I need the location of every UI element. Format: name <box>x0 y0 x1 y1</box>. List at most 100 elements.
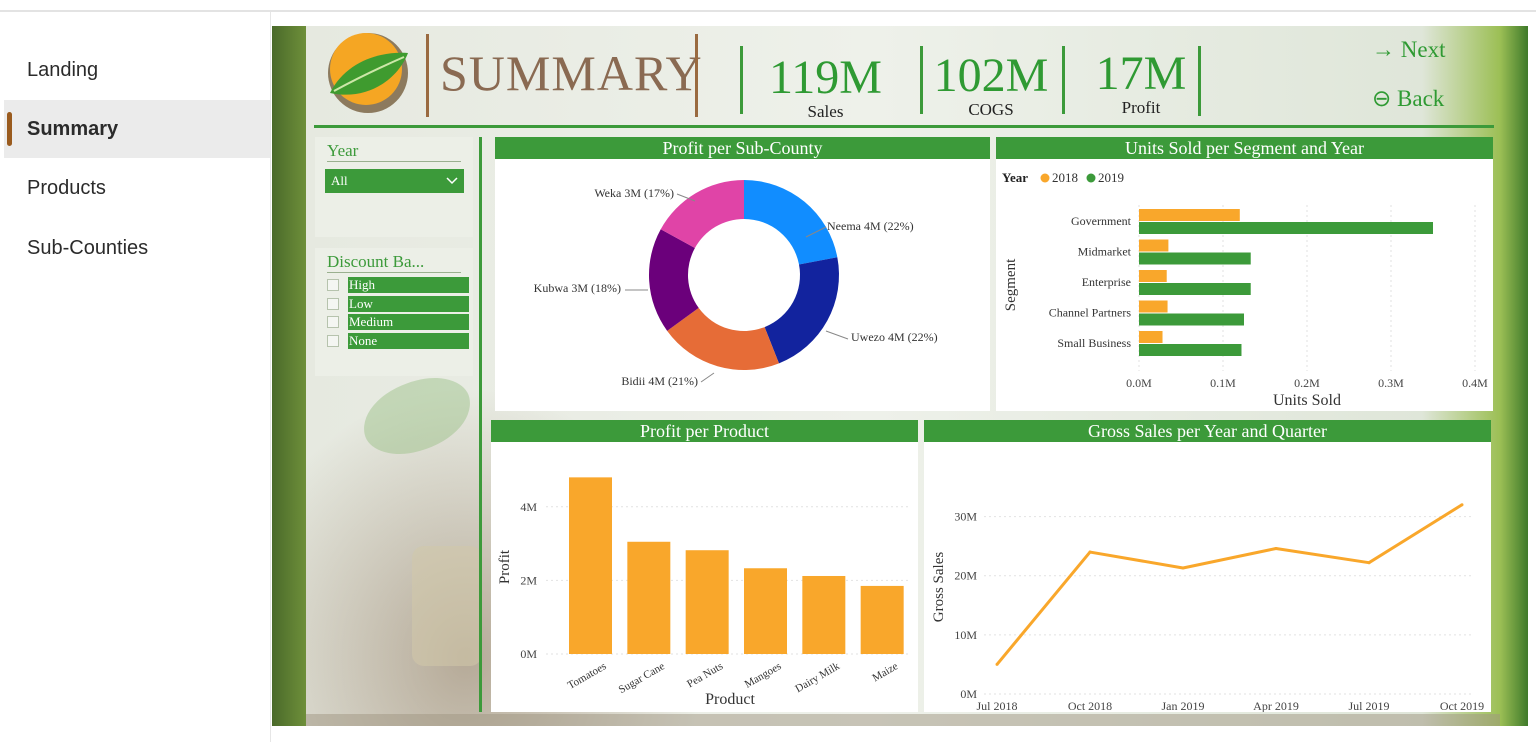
legend-title: Year <box>1002 170 1028 185</box>
discount-slicer-title: Discount Ba... <box>327 252 461 273</box>
legend-marker-2018 <box>1040 173 1050 183</box>
x-tick-label: Jul 2019 <box>1348 699 1389 712</box>
report-canvas: SUMMARY 119M Sales 102M COGS 17M Profit … <box>272 26 1528 726</box>
nav-item-sub-counties[interactable]: Sub-Counties <box>4 219 270 277</box>
x-tick-label: 0.4M <box>1462 376 1488 390</box>
slice-label: Weka 3M (17%) <box>594 186 674 200</box>
bar-tomatoes <box>569 477 612 654</box>
nav-item-landing[interactable]: Landing <box>4 41 270 99</box>
line-point <box>1460 503 1464 507</box>
nav-item-summary[interactable]: Summary <box>4 100 270 158</box>
report-header: SUMMARY 119M Sales 102M COGS 17M Profit … <box>306 26 1500 126</box>
kpi-profit-value: 17M <box>1095 47 1187 100</box>
x-tick-label: 0.0M <box>1126 376 1152 390</box>
series-line <box>995 503 1463 666</box>
y-tick-label: 30M <box>954 510 977 524</box>
kpi-sales-value: 119M <box>769 51 882 104</box>
kpi-divider <box>920 46 923 114</box>
y-tick-label: 0M <box>960 687 977 701</box>
year-slicer: Year All <box>315 137 473 237</box>
bar-2019 <box>1139 313 1244 326</box>
x-axis-label: Units Sold <box>1273 392 1341 409</box>
y-axis-label: Profit <box>497 549 513 584</box>
hbar-chart: Year 2018 2019 0.0M 0.1M 0.2M 0.3M 0.4M Governme… <box>1002 170 1488 409</box>
checkbox[interactable] <box>327 298 339 310</box>
kpi-profit-label: Profit <box>1121 98 1161 117</box>
slice-label: Kubwa 3M (18%) <box>534 281 621 295</box>
y-tick-label: 2M <box>520 573 537 587</box>
line-point <box>1088 550 1092 554</box>
discount-option-label: Medium <box>348 314 469 330</box>
discount-option-medium[interactable]: Medium <box>327 314 469 330</box>
slice-leader-line <box>700 372 715 383</box>
line-point <box>1367 561 1371 565</box>
checkbox[interactable] <box>327 279 339 291</box>
chart-title: Profit per Product <box>491 420 918 442</box>
nav-item-products[interactable]: Products <box>4 159 270 217</box>
x-tick-label: Jul 2018 <box>976 699 1017 712</box>
page-title: SUMMARY <box>440 45 703 101</box>
slice-label: Uwezo 4M (22%) <box>851 330 938 344</box>
chevron-down-icon <box>446 177 458 185</box>
line-point <box>1181 566 1185 570</box>
x-tick-label: 0.2M <box>1294 376 1320 390</box>
donut-slice-uwezo <box>764 257 839 364</box>
chart-title: Gross Sales per Year and Quarter <box>924 420 1491 442</box>
next-button[interactable]: → Next <box>1372 37 1445 63</box>
y-tick-label: 0M <box>520 647 537 661</box>
y-axis-label: Segment <box>1003 258 1019 311</box>
y-category-label: Government <box>1071 214 1132 228</box>
bar-maize <box>860 585 904 654</box>
year-dropdown-value: All <box>331 173 348 188</box>
bar-2019 <box>1139 252 1251 265</box>
discount-option-none[interactable]: None <box>327 333 469 349</box>
kpi-cogs-value: 102M <box>933 49 1049 102</box>
year-slicer-title: Year <box>327 141 461 162</box>
checkbox[interactable] <box>327 316 339 328</box>
gross-sales-chart: Gross Sales per Year and Quarter 0M 10M 20… <box>924 420 1491 712</box>
bar-2019 <box>1139 283 1251 295</box>
x-tick-label: Oct 2018 <box>1068 699 1112 712</box>
bar-2018 <box>1139 300 1168 313</box>
x-tick-label: Oct 2019 <box>1440 699 1484 712</box>
slice-label: Neema 4M (22%) <box>827 219 914 233</box>
slice-label: Bidii 4M (21%) <box>621 374 698 388</box>
header-divider <box>695 34 698 117</box>
chart-title: Units Sold per Segment and Year <box>996 137 1493 159</box>
bar-chart: 0M 2M 4M Tomatoes Sugar Cane Pea Nuts Mangoes D… <box>497 477 911 708</box>
x-tick-label: 0.1M <box>1210 376 1236 390</box>
bar-2019 <box>1139 344 1242 356</box>
header-underline <box>314 125 1494 128</box>
bar-2019 <box>1139 222 1433 234</box>
background-coins <box>412 546 482 666</box>
donut-slice-neema <box>744 180 838 265</box>
line-point <box>1274 547 1278 551</box>
discount-option-label: High <box>348 277 469 293</box>
discount-option-label: None <box>348 333 469 349</box>
discount-option-high[interactable]: High <box>327 277 469 293</box>
year-dropdown[interactable]: All <box>325 169 464 193</box>
donut-chart: Neema 4M (22%) Uwezo 4M (22%) Bidii 4M (21… <box>534 180 938 388</box>
bottom-strip <box>306 714 1500 726</box>
profit-per-product-chart: Profit per Product 0M 2M 4M Tomatoes Sugar C… <box>491 420 918 712</box>
y-tick-label: 4M <box>520 500 537 514</box>
bar-2018 <box>1139 239 1169 252</box>
units-sold-chart: Units Sold per Segment and Year Year 2018… <box>996 137 1493 411</box>
kpi-divider <box>1062 46 1065 114</box>
slice-leader-line <box>825 330 849 340</box>
checkbox[interactable] <box>327 335 339 347</box>
y-tick-label: 20M <box>954 569 977 583</box>
back-button[interactable]: ⊖ Back <box>1372 86 1444 112</box>
filter-divider <box>479 137 482 712</box>
profit-per-subcounty-chart: Profit per Sub-County Neema 4M (22%) Uwez… <box>495 137 990 411</box>
discount-option-low[interactable]: Low <box>327 296 469 312</box>
kpi-divider <box>740 46 743 114</box>
bar-2018 <box>1139 270 1167 282</box>
x-tick-label: Apr 2019 <box>1253 699 1299 712</box>
legend-marker-2019 <box>1086 173 1096 183</box>
y-axis-label: Gross Sales <box>931 552 947 623</box>
y-category-label: Midmarket <box>1078 245 1132 259</box>
x-tick-label: Tomatoes <box>566 660 609 692</box>
bar-sugar-cane <box>627 541 671 654</box>
x-tick-label: Jan 2019 <box>1162 699 1205 712</box>
